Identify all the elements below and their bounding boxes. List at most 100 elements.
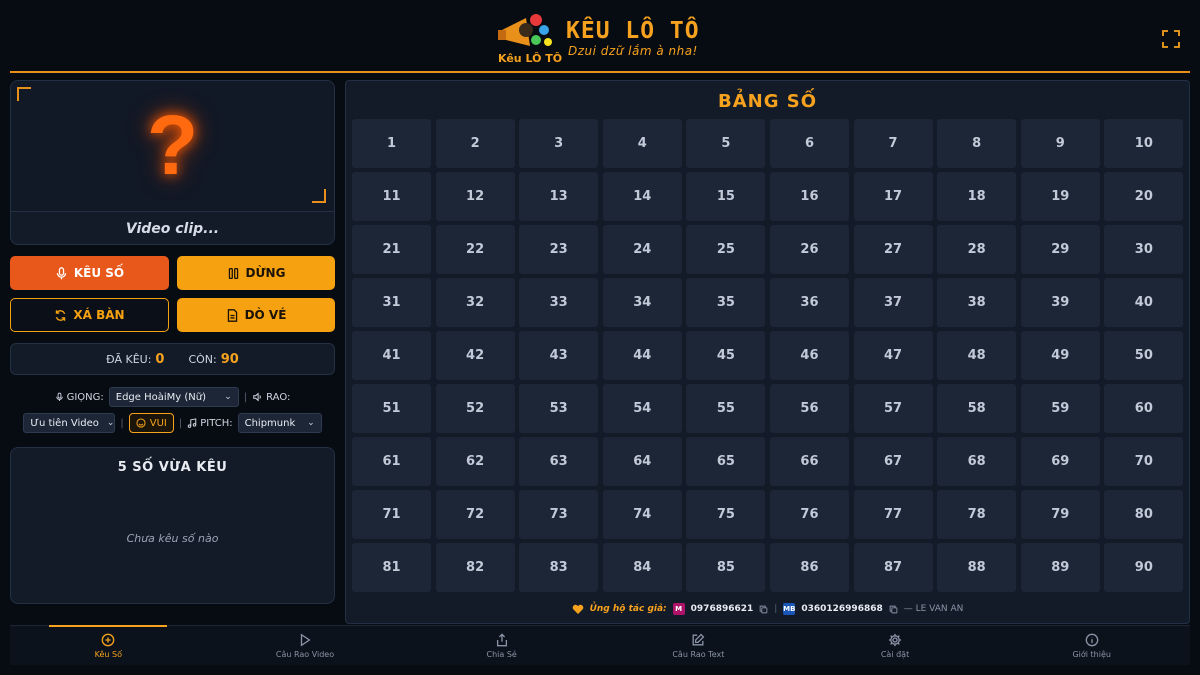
check-ticket-button[interactable]: DÒ VÉ	[177, 298, 335, 332]
number-cell[interactable]: 37	[853, 278, 933, 327]
number-cell[interactable]: 50	[1104, 331, 1184, 380]
number-cell[interactable]: 12	[435, 172, 515, 221]
number-cell[interactable]: 83	[519, 543, 599, 592]
nav-item-cau-rao-text[interactable]: Câu Rao Text	[600, 626, 797, 665]
number-cell[interactable]: 38	[937, 278, 1017, 327]
number-cell[interactable]: 41	[352, 331, 431, 380]
number-cell[interactable]: 58	[937, 384, 1017, 433]
number-cell[interactable]: 76	[769, 490, 849, 539]
number-cell[interactable]: 28	[937, 225, 1017, 274]
number-cell[interactable]: 47	[853, 331, 933, 380]
number-cell[interactable]: 3	[519, 119, 599, 168]
number-cell[interactable]: 39	[1020, 278, 1100, 327]
number-cell[interactable]: 1	[352, 119, 431, 168]
number-cell[interactable]: 79	[1020, 490, 1100, 539]
number-cell[interactable]: 44	[602, 331, 682, 380]
nav-item-cai-dat[interactable]: Cài đặt	[797, 626, 994, 665]
number-cell[interactable]: 78	[937, 490, 1017, 539]
number-cell[interactable]: 10	[1104, 119, 1184, 168]
nav-item-chia-se[interactable]: Chia Sẻ	[403, 626, 600, 665]
number-cell[interactable]: 80	[1104, 490, 1184, 539]
number-cell[interactable]: 42	[435, 331, 515, 380]
number-cell[interactable]: 75	[686, 490, 766, 539]
reset-board-button[interactable]: XÁ BÀN	[10, 298, 169, 332]
number-cell[interactable]: 74	[602, 490, 682, 539]
number-cell[interactable]: 72	[435, 490, 515, 539]
number-cell[interactable]: 59	[1020, 384, 1100, 433]
number-cell[interactable]: 89	[1020, 543, 1100, 592]
number-cell[interactable]: 67	[853, 437, 933, 486]
number-cell[interactable]: 70	[1104, 437, 1184, 486]
number-cell[interactable]: 62	[435, 437, 515, 486]
number-cell[interactable]: 30	[1104, 225, 1184, 274]
number-cell[interactable]: 40	[1104, 278, 1184, 327]
pitch-select[interactable]: Chipmunk ⌄	[237, 413, 322, 433]
number-cell[interactable]: 81	[352, 543, 431, 592]
number-cell[interactable]: 69	[1020, 437, 1100, 486]
number-cell[interactable]: 7	[853, 119, 933, 168]
number-cell[interactable]: 52	[435, 384, 515, 433]
number-cell[interactable]: 17	[853, 172, 933, 221]
copy-icon[interactable]	[759, 605, 768, 614]
mood-toggle-button[interactable]: VUI	[128, 413, 174, 433]
number-cell[interactable]: 68	[937, 437, 1017, 486]
number-cell[interactable]: 65	[686, 437, 766, 486]
number-cell[interactable]: 24	[602, 225, 682, 274]
voice-select[interactable]: Edge HoàiMy (Nữ) ⌄	[108, 387, 239, 407]
number-cell[interactable]: 34	[602, 278, 682, 327]
number-cell[interactable]: 20	[1104, 172, 1184, 221]
number-cell[interactable]: 77	[853, 490, 933, 539]
copy-icon[interactable]	[889, 605, 898, 614]
number-cell[interactable]: 6	[769, 119, 849, 168]
number-cell[interactable]: 18	[937, 172, 1017, 221]
nav-item-gioi-thieu[interactable]: Giới thiệu	[993, 626, 1190, 665]
number-cell[interactable]: 45	[686, 331, 766, 380]
number-cell[interactable]: 15	[686, 172, 766, 221]
number-cell[interactable]: 25	[686, 225, 766, 274]
number-cell[interactable]: 11	[352, 172, 431, 221]
number-cell[interactable]: 64	[602, 437, 682, 486]
call-number-button[interactable]: KÊU SỐ	[10, 256, 169, 290]
number-cell[interactable]: 4	[602, 119, 682, 168]
number-cell[interactable]: 29	[1020, 225, 1100, 274]
number-cell[interactable]: 63	[519, 437, 599, 486]
number-cell[interactable]: 5	[686, 119, 766, 168]
number-cell[interactable]: 32	[435, 278, 515, 327]
number-cell[interactable]: 87	[853, 543, 933, 592]
number-cell[interactable]: 19	[1020, 172, 1100, 221]
number-cell[interactable]: 23	[519, 225, 599, 274]
number-cell[interactable]: 54	[602, 384, 682, 433]
number-cell[interactable]: 9	[1020, 119, 1100, 168]
number-cell[interactable]: 16	[769, 172, 849, 221]
number-cell[interactable]: 27	[853, 225, 933, 274]
number-cell[interactable]: 43	[519, 331, 599, 380]
number-cell[interactable]: 82	[435, 543, 515, 592]
number-cell[interactable]: 26	[769, 225, 849, 274]
video-frame[interactable]: ?	[11, 81, 334, 211]
pause-button[interactable]: DỪNG	[177, 256, 335, 290]
rao-priority-select[interactable]: Ưu tiên Video ⌄	[23, 413, 116, 433]
number-cell[interactable]: 31	[352, 278, 431, 327]
number-cell[interactable]: 55	[686, 384, 766, 433]
number-cell[interactable]: 85	[686, 543, 766, 592]
number-cell[interactable]: 35	[686, 278, 766, 327]
number-cell[interactable]: 88	[937, 543, 1017, 592]
number-cell[interactable]: 33	[519, 278, 599, 327]
number-cell[interactable]: 66	[769, 437, 849, 486]
number-cell[interactable]: 49	[1020, 331, 1100, 380]
number-cell[interactable]: 22	[435, 225, 515, 274]
number-cell[interactable]: 36	[769, 278, 849, 327]
nav-item-keu-so[interactable]: Kêu Số	[10, 625, 207, 665]
fullscreen-icon[interactable]	[1162, 30, 1180, 48]
number-cell[interactable]: 53	[519, 384, 599, 433]
number-cell[interactable]: 71	[352, 490, 431, 539]
number-cell[interactable]: 56	[769, 384, 849, 433]
number-cell[interactable]: 51	[352, 384, 431, 433]
nav-item-cau-rao-video[interactable]: Câu Rao Video	[207, 626, 404, 665]
number-cell[interactable]: 2	[435, 119, 515, 168]
number-cell[interactable]: 61	[352, 437, 431, 486]
number-cell[interactable]: 13	[519, 172, 599, 221]
number-cell[interactable]: 8	[937, 119, 1017, 168]
number-cell[interactable]: 60	[1104, 384, 1184, 433]
number-cell[interactable]: 21	[352, 225, 431, 274]
